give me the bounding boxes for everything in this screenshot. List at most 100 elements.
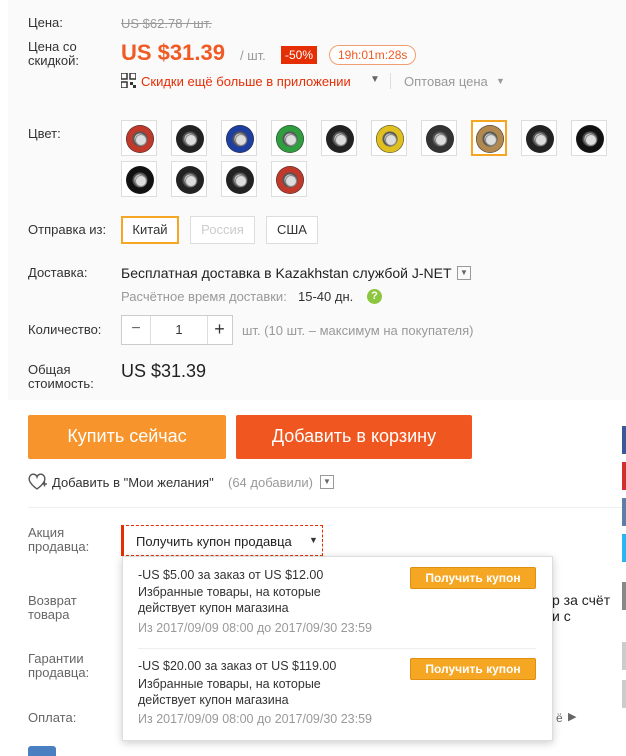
coupon-1-title: -US $5.00 за заказ от US $12.00 xyxy=(138,568,324,582)
quantity-note: шт. (10 шт. – максимум на покупателя) xyxy=(242,323,474,338)
wishlist-count: (64 добавили) xyxy=(228,475,313,490)
add-to-cart-button[interactable]: Добавить в корзину xyxy=(236,415,472,459)
color-swatch[interactable] xyxy=(371,120,407,156)
wholesale-chevron-icon[interactable]: ▼ xyxy=(496,76,505,86)
coupon-1-period: Из 2017/09/09 08:00 до 2017/09/30 23:59 xyxy=(138,621,373,635)
returns-text-partial-2: и с xyxy=(552,608,571,624)
filament-spool-icon xyxy=(176,125,204,153)
quantity-label: Количество: xyxy=(28,322,102,337)
coupon-2-title: -US $20.00 за заказ от US $119.00 xyxy=(138,659,337,673)
app-discount-chevron-icon[interactable]: ▼ xyxy=(370,74,380,85)
divider xyxy=(390,73,391,89)
share-icon[interactable] xyxy=(622,582,626,610)
help-icon[interactable]: ? xyxy=(367,289,382,304)
coupon-dropdown-panel: -US $5.00 за заказ от US $12.00 Избранны… xyxy=(122,556,553,741)
payment-label: Оплата: xyxy=(28,710,77,725)
returns-label-1: Возврат xyxy=(28,593,77,608)
pinterest-share-icon[interactable] xyxy=(622,462,626,490)
color-swatch[interactable] xyxy=(221,161,257,197)
guarantee-label-2: продавца: xyxy=(28,665,90,680)
qr-code-icon xyxy=(120,72,137,89)
divider xyxy=(28,507,626,508)
discount-price-label-2: скидкой: xyxy=(28,53,79,68)
color-swatch[interactable] xyxy=(121,161,157,197)
delivery-time-value: 15-40 дн. xyxy=(298,289,354,304)
ship-from-label: Отправка из: xyxy=(28,222,107,237)
color-swatch[interactable] xyxy=(171,120,207,156)
color-swatch[interactable] xyxy=(571,120,607,156)
quantity-increase-button[interactable]: + xyxy=(206,316,233,344)
returns-text-partial-1: р за счёт xyxy=(552,592,611,608)
payment-text-partial: ё xyxy=(556,711,563,725)
promo-label-2: продавца: xyxy=(28,539,90,554)
get-coupon-2-button[interactable]: Получить купон xyxy=(410,658,536,680)
filament-spool-icon xyxy=(376,125,404,153)
facebook-share-icon[interactable] xyxy=(622,426,626,454)
share-more-icon-2[interactable] xyxy=(622,680,626,708)
old-price: US $62.78 / шт. xyxy=(121,16,212,31)
coupon-1-desc-2: действует купон магазина xyxy=(138,601,289,615)
heart-plus-icon[interactable] xyxy=(28,473,48,491)
price-unit: / шт. xyxy=(240,48,266,63)
wishlist-dropdown-icon[interactable]: ▼ xyxy=(320,475,334,489)
share-more-icon[interactable] xyxy=(622,642,626,670)
filament-spool-icon xyxy=(276,166,304,194)
coupon-2-desc-2: действует купон магазина xyxy=(138,693,289,707)
total-label-2: стоимость: xyxy=(28,376,94,391)
color-swatch[interactable] xyxy=(321,120,357,156)
color-swatch[interactable] xyxy=(271,161,307,197)
filament-spool-icon xyxy=(476,125,504,153)
seller-coupon-dropdown[interactable]: Получить купон продавца ▼ xyxy=(121,525,323,556)
app-discount-link[interactable]: Скидки ещё больше в приложении xyxy=(141,74,351,89)
filament-spool-icon xyxy=(226,166,254,194)
ship-from-china[interactable]: Китай xyxy=(121,216,179,244)
quantity-decrease-button[interactable]: − xyxy=(122,316,150,344)
total-label-1: Общая xyxy=(28,362,71,377)
quantity-input[interactable]: 1 xyxy=(150,316,208,344)
chevron-right-icon[interactable]: ▶ xyxy=(568,710,576,723)
color-swatch[interactable] xyxy=(171,161,207,197)
color-swatch[interactable] xyxy=(421,120,457,156)
chevron-down-icon: ▼ xyxy=(309,535,318,545)
ship-from-usa[interactable]: США xyxy=(266,216,318,244)
color-label: Цвет: xyxy=(28,126,61,141)
get-coupon-1-button[interactable]: Получить купон xyxy=(410,567,536,589)
color-swatch[interactable] xyxy=(471,120,507,156)
filament-spool-icon xyxy=(126,125,154,153)
ship-from-russia[interactable]: Россия xyxy=(190,216,255,244)
discounted-price: US $31.39 xyxy=(121,40,225,65)
promo-label-1: Акция xyxy=(28,525,65,540)
seller-coupon-label: Получить купон продавца xyxy=(136,534,292,549)
quantity-stepper: − 1 + xyxy=(121,315,233,345)
filament-spool-icon xyxy=(526,125,554,153)
delivery-dropdown-icon[interactable]: ▼ xyxy=(457,266,471,280)
twitter-share-icon[interactable] xyxy=(622,534,626,562)
coupon-2-desc-1: Избранные товары, на которые xyxy=(138,677,321,691)
delivery-method: Бесплатная доставка в Kazakhstan службой… xyxy=(121,265,452,281)
color-swatch[interactable] xyxy=(521,120,557,156)
wholesale-price-link[interactable]: Оптовая цена xyxy=(404,74,488,89)
filament-spool-icon xyxy=(426,125,454,153)
price-label: Цена: xyxy=(28,15,63,30)
buy-now-button[interactable]: Купить сейчас xyxy=(28,415,226,459)
shield-icon xyxy=(28,746,56,756)
discount-badge: -50% xyxy=(281,46,318,64)
vk-share-icon[interactable] xyxy=(622,498,626,526)
total-price: US $31.39 xyxy=(121,361,207,381)
filament-spool-icon xyxy=(576,125,604,153)
divider xyxy=(138,648,536,649)
coupon-1-desc-1: Избранные товары, на которые xyxy=(138,585,321,599)
filament-spool-icon xyxy=(126,166,154,194)
guarantee-label-1: Гарантии xyxy=(28,651,84,666)
returns-label-2: товара xyxy=(28,607,70,622)
delivery-label: Доставка: xyxy=(28,265,88,280)
coupon-2-period: Из 2017/09/09 08:00 до 2017/09/30 23:59 xyxy=(138,712,373,726)
filament-spool-icon xyxy=(326,125,354,153)
color-swatch[interactable] xyxy=(221,120,257,156)
countdown-timer: 19h:01m:28s xyxy=(329,45,417,65)
color-swatch[interactable] xyxy=(271,120,307,156)
color-swatch[interactable] xyxy=(121,120,157,156)
add-to-wishlist-link[interactable]: Добавить в "Мои желания" xyxy=(52,475,214,490)
filament-spool-icon xyxy=(226,125,254,153)
filament-spool-icon xyxy=(176,166,204,194)
